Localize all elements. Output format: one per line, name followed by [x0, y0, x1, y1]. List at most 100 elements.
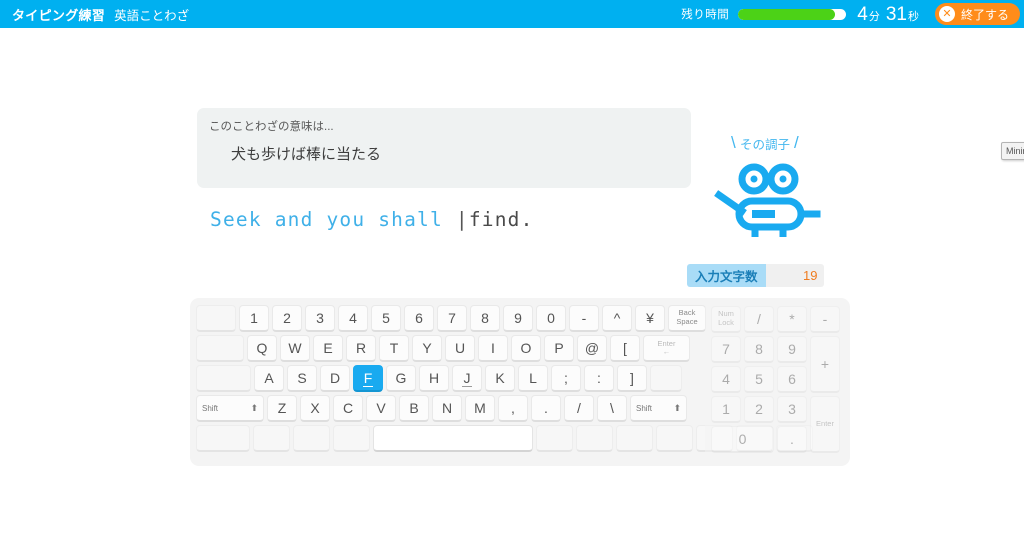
key-r[interactable]: R [346, 335, 376, 362]
key-g[interactable]: G [386, 365, 416, 392]
numpad-key-8[interactable]: 8 [744, 336, 774, 363]
key-m[interactable]: M [465, 395, 495, 422]
minimize-button[interactable]: Minimize [1001, 142, 1024, 160]
key-back-space[interactable]: Back Space [668, 305, 706, 332]
key-8[interactable]: 8 [470, 305, 500, 332]
key-v[interactable]: V [366, 395, 396, 422]
key-shift[interactable]: Shift ⬆ [196, 395, 264, 422]
key-\[interactable]: \ [597, 395, 627, 422]
key-,[interactable]: , [498, 395, 528, 422]
key-label: ^ [613, 310, 621, 326]
key-y[interactable]: Y [412, 335, 442, 362]
key-e[interactable]: E [313, 335, 343, 362]
key-label: : [597, 370, 601, 386]
key-x[interactable]: X [300, 395, 330, 422]
key-blank [616, 425, 653, 452]
numpad-key-*[interactable]: * [777, 306, 807, 333]
numpad-key-enter[interactable]: Enter [810, 396, 840, 453]
key-c[interactable]: C [333, 395, 363, 422]
key-6[interactable]: 6 [404, 305, 434, 332]
key-4[interactable]: 4 [338, 305, 368, 332]
seconds-unit: 秒 [907, 10, 919, 23]
key-s[interactable]: S [287, 365, 317, 392]
key-enter[interactable]: Enter ← [643, 335, 690, 362]
key-space[interactable] [373, 425, 533, 452]
key-5[interactable]: 5 [371, 305, 401, 332]
key-label: M [474, 400, 486, 416]
key-label: 3 [788, 401, 796, 417]
key-][interactable]: ] [617, 365, 647, 392]
key-;[interactable]: ; [551, 365, 581, 392]
key-q[interactable]: Q [247, 335, 277, 362]
numpad-key-2[interactable]: 2 [744, 396, 774, 423]
key-label: , [511, 400, 515, 416]
key-0[interactable]: 0 [536, 305, 566, 332]
numpad-key-3[interactable]: 3 [777, 396, 807, 423]
key-label: A [264, 370, 274, 386]
key-k[interactable]: K [485, 365, 515, 392]
key-t[interactable]: T [379, 335, 409, 362]
key--[interactable]: - [569, 305, 599, 332]
key-h[interactable]: H [419, 365, 449, 392]
key-label: O [520, 340, 532, 356]
key-¥[interactable]: ¥ [635, 305, 665, 332]
key-j[interactable]: J [452, 365, 482, 392]
key-label: X [310, 400, 320, 416]
key-label: 9 [788, 341, 796, 357]
key-.[interactable]: . [531, 395, 561, 422]
key-1[interactable]: 1 [239, 305, 269, 332]
key-label: 9 [514, 310, 522, 326]
key-w[interactable]: W [280, 335, 310, 362]
key-/[interactable]: / [564, 395, 594, 422]
numpad-key-num-lock[interactable]: Num Lock [711, 306, 741, 333]
key-2[interactable]: 2 [272, 305, 302, 332]
key-label: S [297, 370, 307, 386]
numpad-key-.[interactable]: . [777, 426, 807, 453]
key-[[interactable]: [ [610, 335, 640, 362]
cheer-slash-left-icon: / [731, 133, 736, 152]
quit-button[interactable]: ✕ 終了する [934, 3, 1020, 25]
key-^[interactable]: ^ [602, 305, 632, 332]
key-a[interactable]: A [254, 365, 284, 392]
key-:[interactable]: : [584, 365, 614, 392]
key-l[interactable]: L [518, 365, 548, 392]
key-label: - [822, 311, 828, 327]
virtual-numpad[interactable]: Num Lock / * - 7 8 9 +4 5 6 1 2 3 Enter 0. [705, 300, 850, 464]
numpad-key-+[interactable]: + [810, 336, 840, 393]
numpad-key-6[interactable]: 6 [777, 366, 807, 393]
key-label: / [577, 400, 581, 416]
key-b[interactable]: B [399, 395, 429, 422]
numpad-key-5[interactable]: 5 [744, 366, 774, 393]
numpad-key-4[interactable]: 4 [711, 366, 741, 393]
numpad-key-9[interactable]: 9 [777, 336, 807, 363]
proverb-meaning-box: このことわざの意味は... 犬も歩けば棒に当たる [197, 108, 691, 188]
key-3[interactable]: 3 [305, 305, 335, 332]
time-progress-fill [738, 8, 836, 20]
key-n[interactable]: N [432, 395, 462, 422]
key-shift[interactable]: Shift ⬆ [630, 395, 687, 422]
numpad-key-1[interactable]: 1 [711, 396, 741, 423]
shift-arrow-icon: ⬆ [673, 402, 681, 413]
typed-character-count-label: 入力文字数 [687, 264, 766, 287]
key-label: 5 [755, 371, 763, 387]
key-d[interactable]: D [320, 365, 350, 392]
numpad-key-/[interactable]: / [744, 306, 774, 333]
key-label: H [428, 370, 440, 386]
key-o[interactable]: O [511, 335, 541, 362]
key-label: . [790, 431, 794, 447]
key-z[interactable]: Z [267, 395, 297, 422]
home-position-marker [363, 385, 373, 387]
key-@[interactable]: @ [577, 335, 607, 362]
key-label: ; [564, 370, 568, 386]
key-u[interactable]: U [445, 335, 475, 362]
numpad-key-0[interactable]: 0 [711, 426, 774, 453]
numpad-key-7[interactable]: 7 [711, 336, 741, 363]
key-7[interactable]: 7 [437, 305, 467, 332]
key-label: L [529, 370, 537, 386]
key-f[interactable]: F [353, 365, 383, 392]
key-label: W [288, 340, 302, 356]
key-p[interactable]: P [544, 335, 574, 362]
key-i[interactable]: I [478, 335, 508, 362]
numpad-key--[interactable]: - [810, 306, 840, 333]
key-9[interactable]: 9 [503, 305, 533, 332]
